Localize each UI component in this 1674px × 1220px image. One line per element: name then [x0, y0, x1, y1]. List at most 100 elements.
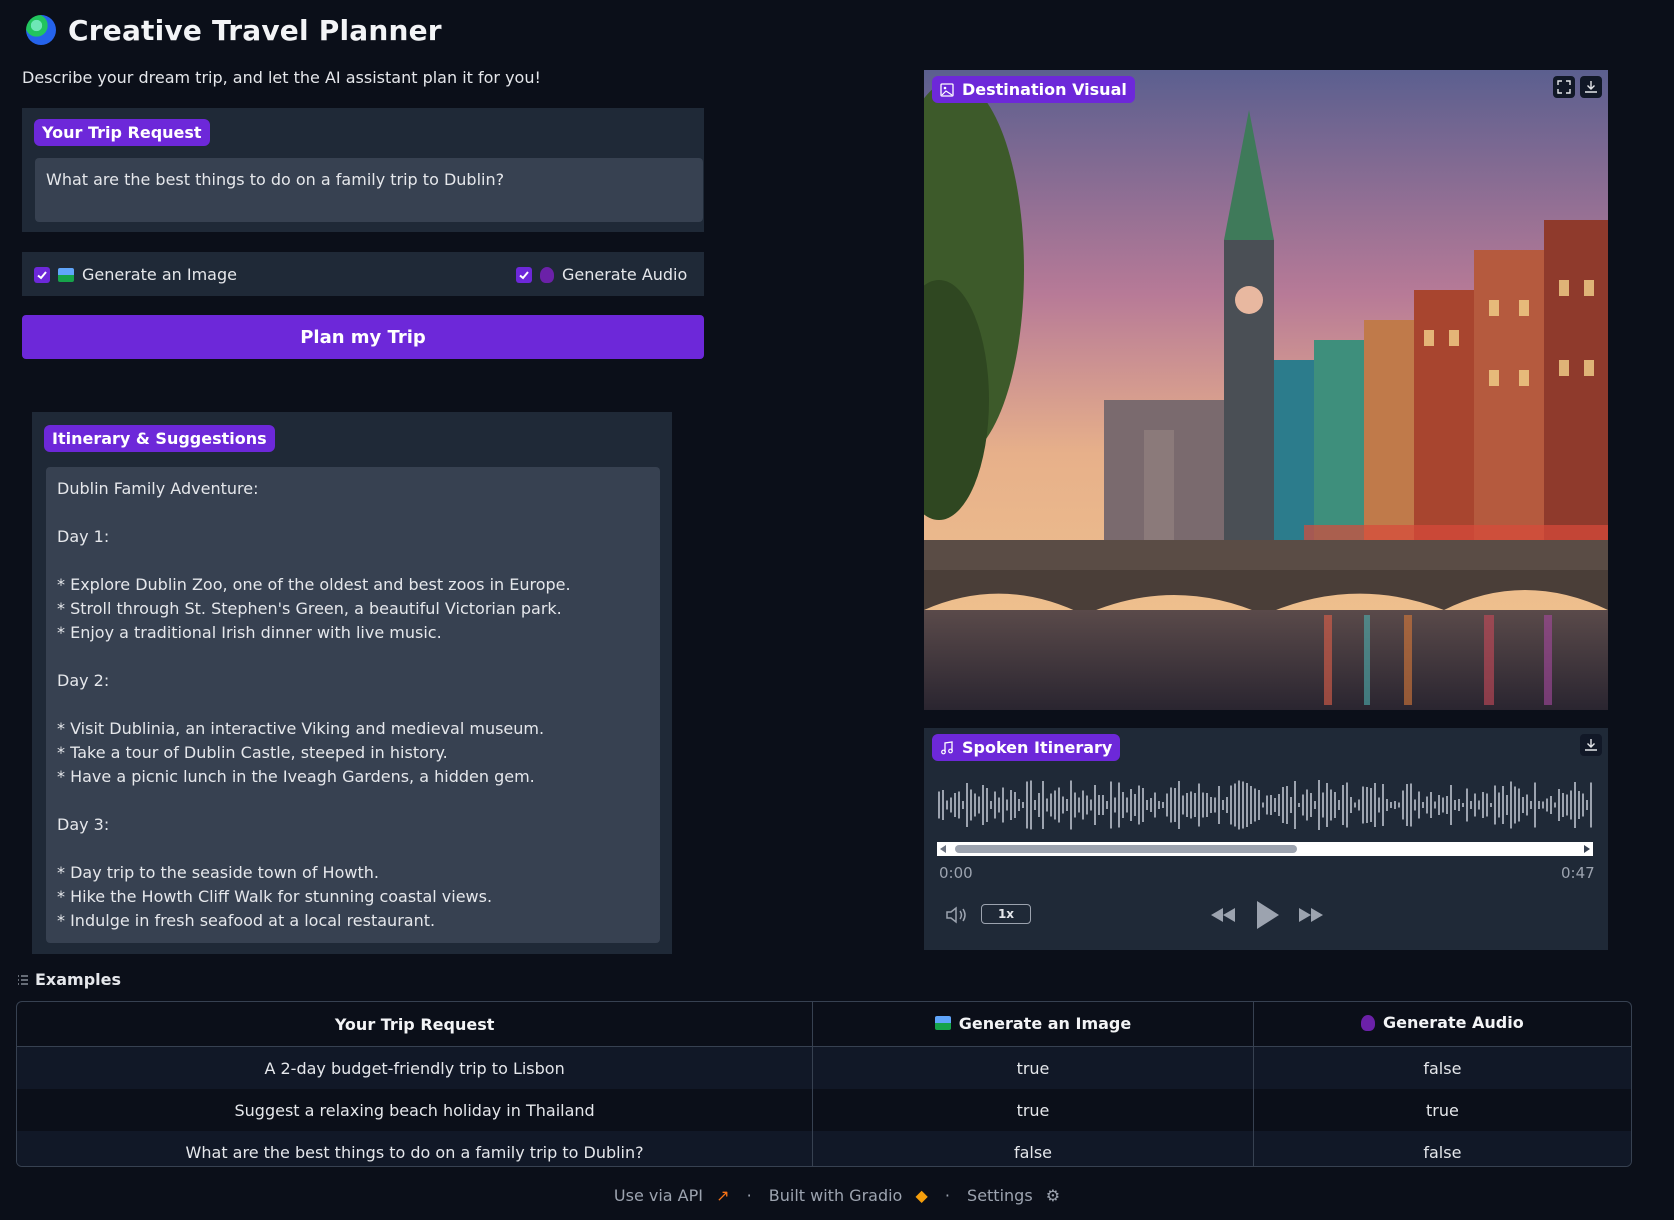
- waveform-bar: [1494, 785, 1496, 825]
- waveform-bar: [1362, 786, 1364, 824]
- waveform-bar: [1022, 802, 1024, 808]
- waveform-bar: [1190, 791, 1192, 819]
- waveform-bar: [1122, 792, 1124, 818]
- waveform-bar: [1178, 781, 1180, 829]
- download-icon: [1585, 81, 1597, 93]
- check-icon: [519, 270, 529, 279]
- gear-icon: ⚙: [1045, 1186, 1061, 1205]
- waveform-bar: [946, 800, 948, 810]
- waveform-bar: [1006, 799, 1008, 811]
- table-row[interactable]: Suggest a relaxing beach holiday in Thai…: [17, 1089, 1631, 1131]
- itinerary-textbox[interactable]: Dublin Family Adventure: Day 1: * Explor…: [46, 467, 660, 943]
- volume-button[interactable]: [945, 905, 971, 929]
- scroll-right-icon[interactable]: [1584, 845, 1590, 853]
- waveform-bar: [1490, 803, 1492, 807]
- waveform-bar: [1478, 800, 1480, 810]
- gradio-link[interactable]: Built with Gradio ◆: [765, 1186, 932, 1205]
- example-image-cell[interactable]: true: [812, 1089, 1254, 1131]
- picture-icon: [934, 1016, 951, 1031]
- example-request-cell[interactable]: Suggest a relaxing beach holiday in Thai…: [17, 1089, 814, 1131]
- waveform-bar: [1166, 793, 1168, 817]
- generate-audio-option[interactable]: Generate Audio: [516, 265, 687, 284]
- example-image-cell[interactable]: false: [812, 1131, 1254, 1166]
- waveform-bar: [1146, 800, 1148, 810]
- examples-header: Examples: [17, 970, 121, 989]
- plan-trip-button[interactable]: Plan my Trip: [22, 315, 704, 359]
- waveform-bar: [1094, 785, 1096, 825]
- waveform-bar: [1214, 797, 1216, 813]
- waveform-bar: [1194, 793, 1196, 817]
- waveform-bar: [1450, 785, 1452, 825]
- waveform-bar: [966, 783, 968, 827]
- waveform-bar: [1014, 792, 1016, 818]
- waveform-bar: [1438, 795, 1440, 815]
- table-row[interactable]: What are the best things to do on a fami…: [17, 1131, 1631, 1166]
- waveform-bar: [1350, 797, 1352, 813]
- scrollbar-thumb[interactable]: [955, 845, 1297, 853]
- waveform-bar: [1114, 797, 1116, 813]
- waveform-bar: [1574, 782, 1576, 828]
- waveform-bar: [1386, 799, 1388, 811]
- trip-request-input[interactable]: What are the best things to do on a fami…: [35, 158, 703, 222]
- waveform-bar: [1358, 799, 1360, 811]
- waveform-bar: [1262, 802, 1264, 808]
- waveform-bar: [1062, 796, 1064, 814]
- waveform-bar: [1566, 794, 1568, 816]
- waveform-bar: [1374, 783, 1376, 827]
- waveform-bar: [1586, 800, 1588, 810]
- waveform-bar: [998, 797, 1000, 813]
- waveform-scrollbar[interactable]: [937, 842, 1593, 856]
- scroll-left-icon[interactable]: [940, 845, 946, 853]
- example-audio-cell[interactable]: false: [1253, 1046, 1631, 1089]
- column-header-image: Generate an Image: [812, 1002, 1254, 1047]
- waveform-bar: [1278, 794, 1280, 816]
- playback-rate-button[interactable]: 1x: [981, 904, 1031, 924]
- table-row[interactable]: A 2-day budget-friendly trip to Lisbon t…: [17, 1046, 1631, 1089]
- example-audio-cell[interactable]: false: [1253, 1131, 1631, 1166]
- waveform-bar: [1174, 788, 1176, 822]
- waveform-bar: [970, 789, 972, 821]
- globe-icon: [26, 15, 56, 45]
- use-api-link[interactable]: Use via API ↗: [610, 1186, 734, 1205]
- example-image-cell[interactable]: true: [812, 1046, 1254, 1089]
- audio-waveform[interactable]: [937, 778, 1592, 832]
- waveform-bar: [1118, 782, 1120, 828]
- itinerary-label: Itinerary & Suggestions: [44, 425, 275, 452]
- waveform-bar: [1126, 797, 1128, 813]
- waveform-bar: [1130, 789, 1132, 821]
- waveform-bar: [1082, 790, 1084, 820]
- waveform-bar: [1170, 787, 1172, 823]
- fullscreen-button[interactable]: [1553, 76, 1575, 98]
- waveform-bar: [1542, 801, 1544, 809]
- waveform-bar: [1470, 801, 1472, 809]
- rewind-button[interactable]: [1209, 905, 1237, 929]
- example-request-cell[interactable]: What are the best things to do on a fami…: [17, 1131, 814, 1166]
- fast-forward-button[interactable]: [1297, 905, 1325, 929]
- waveform-bar: [1110, 781, 1112, 829]
- generate-image-checkbox[interactable]: [34, 266, 50, 283]
- play-button[interactable]: [1255, 899, 1281, 935]
- waveform-bar: [1414, 799, 1416, 811]
- waveform-bar: [1514, 786, 1516, 824]
- generate-audio-checkbox[interactable]: [516, 266, 532, 283]
- example-request-cell[interactable]: A 2-day budget-friendly trip to Lisbon: [17, 1046, 814, 1089]
- waveform-bar: [1430, 792, 1432, 818]
- waveform-bar: [1518, 788, 1520, 822]
- example-audio-cell[interactable]: true: [1253, 1089, 1631, 1131]
- waveform-bar: [1034, 800, 1036, 810]
- download-audio-button[interactable]: [1580, 734, 1602, 756]
- waveform-bar: [1050, 793, 1052, 817]
- waveform-bar: [1382, 784, 1384, 826]
- waveform-bar: [1242, 781, 1244, 829]
- fullscreen-icon: [1557, 80, 1571, 94]
- list-icon: [18, 974, 28, 985]
- waveform-bar: [1066, 799, 1068, 811]
- volume-icon: [946, 906, 966, 924]
- download-image-button[interactable]: [1580, 76, 1602, 98]
- generate-image-option[interactable]: Generate an Image: [34, 265, 237, 284]
- dublin-scene-image: [924, 70, 1608, 710]
- destination-visual-label-text: Destination Visual: [962, 80, 1127, 99]
- waveform-bar: [1098, 795, 1100, 815]
- settings-link[interactable]: Settings ⚙: [963, 1186, 1064, 1205]
- gradio-logo-icon: ◆: [915, 1186, 928, 1205]
